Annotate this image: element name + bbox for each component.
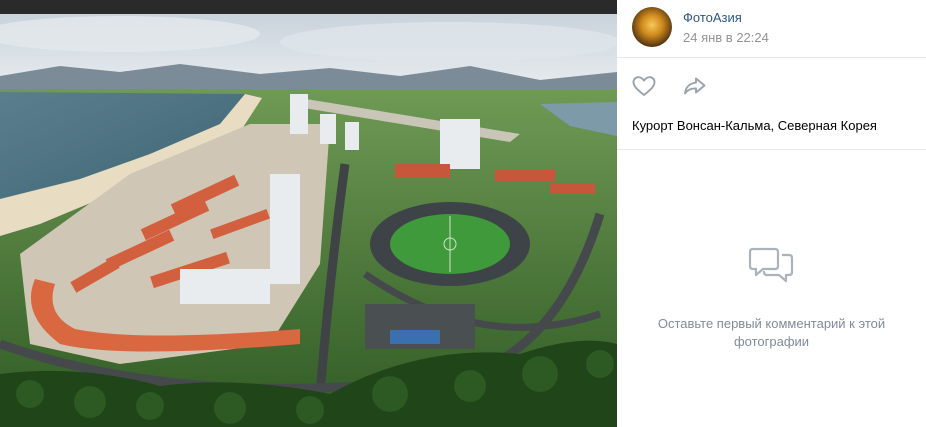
empty-comments-text: Оставьте первый комментарий к этой фотог… <box>657 316 886 349</box>
post-actions <box>617 58 926 104</box>
author-name-link[interactable]: ФотоАзия <box>683 10 742 25</box>
photo-top-bar <box>0 0 617 14</box>
post-sidebar: ФотоАзия 24 янв в 22:24 Курорт Вонсан-Ка… <box>617 0 926 427</box>
heart-icon[interactable] <box>631 75 657 97</box>
avatar[interactable] <box>632 7 672 47</box>
photo-viewer[interactable] <box>0 0 617 427</box>
share-arrow-icon[interactable] <box>682 75 708 97</box>
resort-photo[interactable] <box>0 14 617 427</box>
post-header: ФотоАзия 24 янв в 22:24 <box>617 0 926 58</box>
divider <box>617 149 926 150</box>
post-date[interactable]: 24 янв в 22:24 <box>683 30 769 45</box>
comments-icon <box>744 240 798 294</box>
photo-caption: Курорт Вонсан-Кальма, Северная Корея <box>632 118 877 133</box>
